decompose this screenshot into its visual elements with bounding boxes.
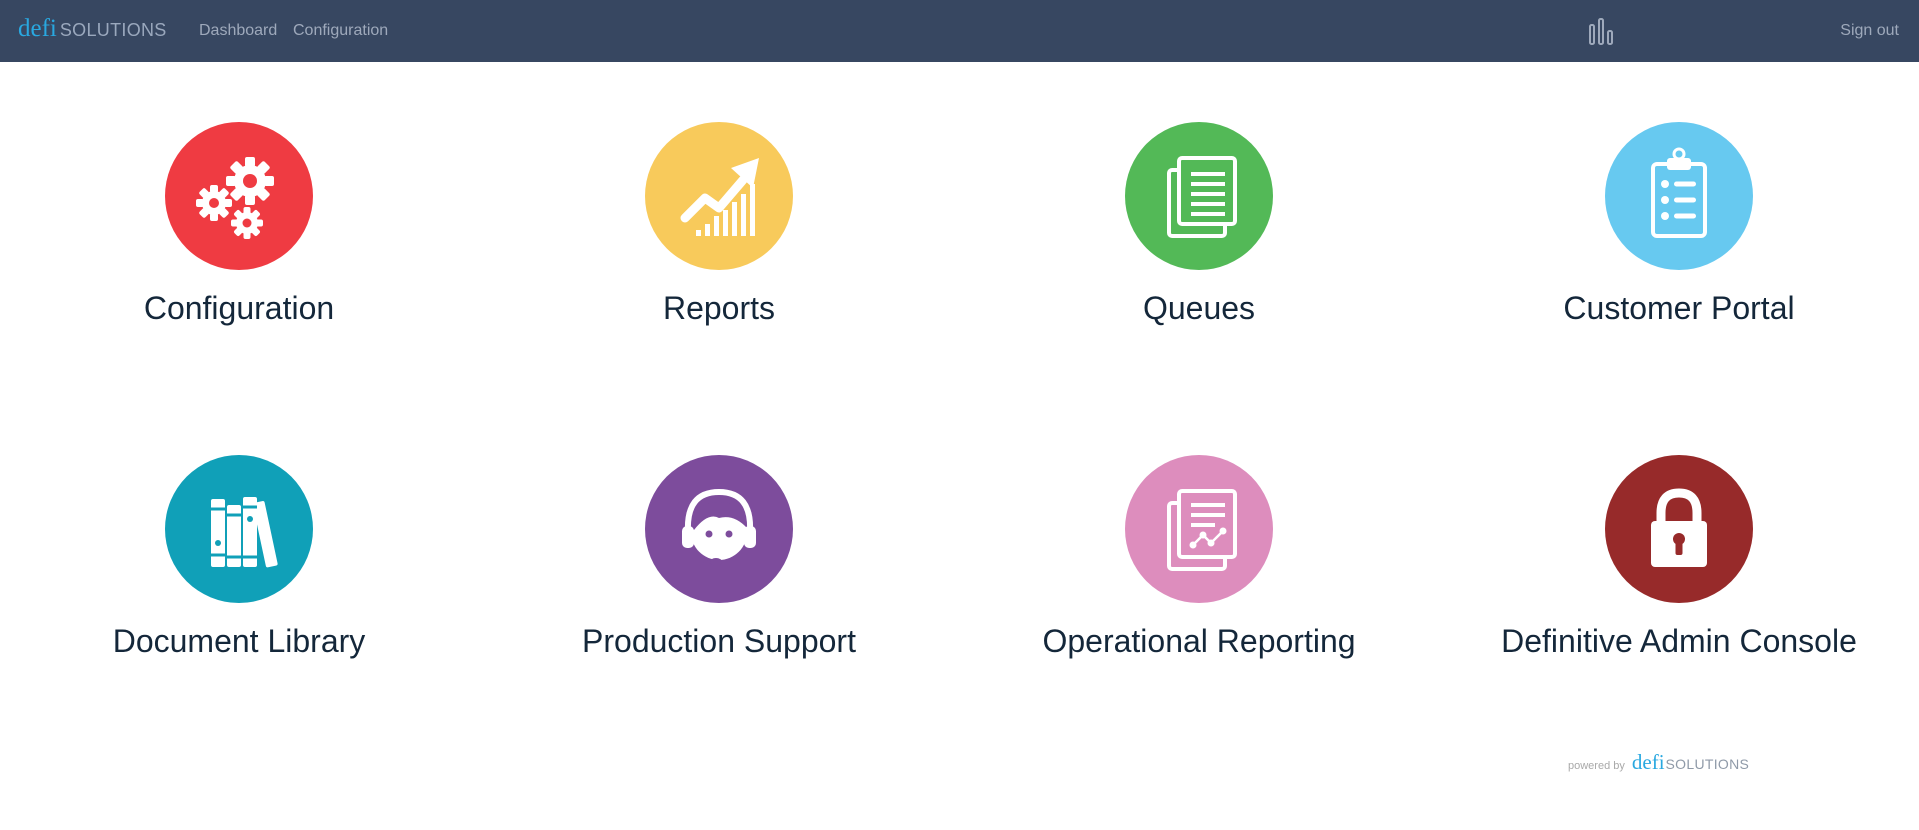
tile-production-support[interactable]: Production Support: [499, 455, 939, 705]
queues-circle: [1125, 122, 1273, 270]
report-documents-icon: [1167, 489, 1237, 571]
production-support-circle: [645, 455, 793, 603]
tile-definitive-admin-console[interactable]: Definitive Admin Console: [1459, 455, 1899, 705]
tile-label: Production Support: [582, 623, 856, 659]
footer-defi-text: defi: [1631, 750, 1665, 774]
sign-out-link[interactable]: Sign out: [1840, 22, 1899, 40]
tile-label: Configuration: [143, 290, 335, 326]
trending-chart-icon: [680, 158, 759, 236]
tile-operational-reporting[interactable]: Operational Reporting: [979, 455, 1419, 705]
admin-console-circle: [1605, 455, 1753, 603]
brand-defi-text: defi: [18, 15, 57, 42]
operational-reporting-circle: [1125, 455, 1273, 603]
tile-label: Customer Portal: [1563, 290, 1795, 326]
tile-label: Document Library: [112, 623, 366, 659]
tile-label: Queues: [1142, 290, 1256, 326]
clipboard-icon: [1651, 147, 1707, 238]
tile-configuration[interactable]: Configuration: [19, 122, 459, 372]
books-icon: [211, 497, 278, 568]
brand-solutions-text: SOLUTIONS: [59, 20, 167, 40]
tile-reports[interactable]: Reports: [499, 122, 939, 372]
nav-dashboard-link[interactable]: Dashboard: [199, 22, 277, 40]
documents-icon: [1167, 156, 1237, 238]
document-library-circle: [165, 455, 313, 603]
bar-chart-icon[interactable]: [1588, 17, 1614, 45]
nav-configuration-link[interactable]: Configuration: [293, 22, 388, 40]
tile-label: Operational Reporting: [1042, 623, 1356, 659]
tile-label: Reports: [662, 290, 776, 326]
tile-queues[interactable]: Queues: [979, 122, 1419, 372]
tile-document-library[interactable]: Document Library: [19, 455, 459, 705]
footer-solutions-text: SOLUTIONS: [1665, 756, 1750, 772]
reports-circle: [645, 122, 793, 270]
top-navbar: defi SOLUTIONS Dashboard Configuration S…: [0, 0, 1919, 62]
brand-logo[interactable]: defi SOLUTIONS: [18, 15, 167, 45]
configuration-circle: [165, 122, 313, 270]
powered-by-footer: powered by defi SOLUTIONS: [1568, 750, 1749, 775]
lock-icon: [1651, 488, 1707, 567]
powered-by-text: powered by: [1568, 760, 1625, 772]
gears-icon: [196, 157, 274, 239]
support-agent-icon: [682, 488, 756, 566]
tile-customer-portal[interactable]: Customer Portal: [1459, 122, 1899, 372]
tile-label: Definitive Admin Console: [1501, 623, 1857, 659]
customer-portal-circle: [1605, 122, 1753, 270]
